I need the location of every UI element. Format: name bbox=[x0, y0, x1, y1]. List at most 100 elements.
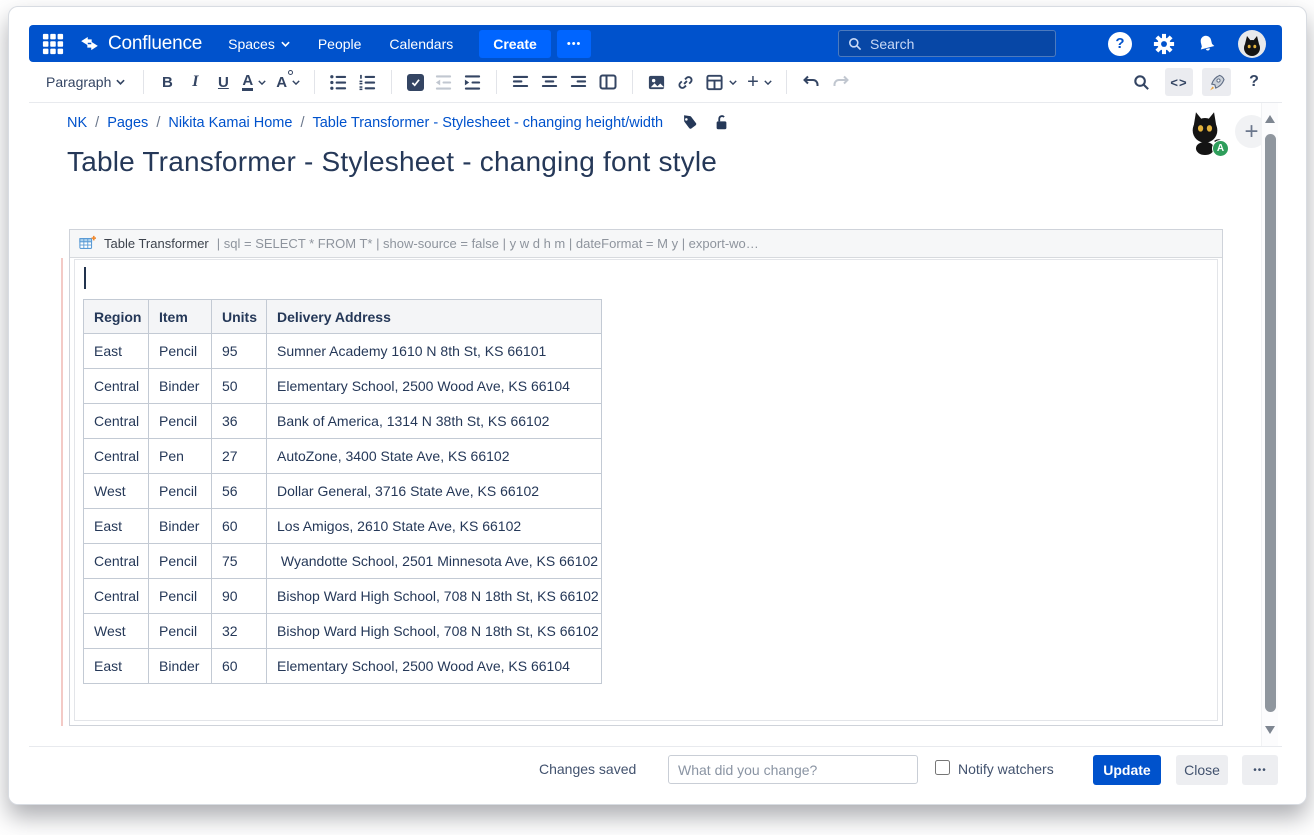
table-cell[interactable]: 32 bbox=[212, 614, 267, 649]
table-header-cell[interactable]: Units bbox=[212, 300, 267, 334]
unlock-icon[interactable] bbox=[714, 114, 729, 131]
footer-more-button[interactable]: ••• bbox=[1242, 755, 1278, 785]
numbered-list-button[interactable] bbox=[353, 68, 382, 96]
table-cell[interactable]: Bank of America, 1314 N 38th St, KS 6610… bbox=[267, 404, 602, 439]
table-cell[interactable]: 56 bbox=[212, 474, 267, 509]
scrollbar-down-arrow[interactable] bbox=[1265, 726, 1275, 734]
insert-image-button[interactable] bbox=[642, 68, 671, 96]
outdent-button[interactable] bbox=[429, 68, 458, 96]
nav-item-calendars[interactable]: Calendars bbox=[389, 36, 453, 52]
version-comment-input[interactable] bbox=[668, 755, 918, 784]
insert-more-dropdown[interactable]: + bbox=[742, 68, 777, 96]
rocket-app-button[interactable] bbox=[1202, 68, 1231, 96]
table-cell[interactable]: Pencil bbox=[149, 544, 212, 579]
align-left-button[interactable] bbox=[506, 68, 535, 96]
confluence-logo[interactable]: Confluence bbox=[79, 33, 202, 55]
task-list-button[interactable] bbox=[401, 68, 429, 96]
table-cell[interactable]: 60 bbox=[212, 649, 267, 684]
nav-item-people[interactable]: People bbox=[318, 36, 362, 52]
find-replace-button[interactable] bbox=[1127, 68, 1156, 96]
table-cell[interactable]: Binder bbox=[149, 649, 212, 684]
notify-watchers-checkbox[interactable] bbox=[935, 760, 950, 775]
table-cell[interactable]: East bbox=[84, 334, 149, 369]
close-button[interactable]: Close bbox=[1176, 755, 1228, 785]
page-layout-button[interactable] bbox=[593, 68, 623, 96]
breadcrumb-link[interactable]: Table Transformer - Stylesheet - changin… bbox=[312, 115, 663, 131]
table-cell[interactable]: 60 bbox=[212, 509, 267, 544]
formatting-dropdown[interactable]: A bbox=[271, 68, 305, 96]
bold-button[interactable]: B bbox=[153, 68, 181, 96]
update-button[interactable]: Update bbox=[1093, 755, 1161, 785]
table-cell[interactable]: 50 bbox=[212, 369, 267, 404]
bullet-list-button[interactable] bbox=[324, 68, 353, 96]
nav-item-spaces[interactable]: Spaces bbox=[228, 36, 290, 52]
author-avatar[interactable]: A bbox=[1185, 109, 1227, 157]
align-center-button[interactable] bbox=[535, 68, 564, 96]
align-right-button[interactable] bbox=[564, 68, 593, 96]
macro-header[interactable]: Table Transformer | sql = SELECT * FROM … bbox=[70, 230, 1222, 258]
help-icon[interactable]: ? bbox=[1108, 32, 1132, 56]
scrollbar-thumb[interactable] bbox=[1265, 134, 1276, 712]
table-cell[interactable]: 95 bbox=[212, 334, 267, 369]
table-cell[interactable]: East bbox=[84, 649, 149, 684]
breadcrumb-link[interactable]: NK bbox=[67, 115, 87, 131]
table-cell[interactable]: AutoZone, 3400 State Ave, KS 66102 bbox=[267, 439, 602, 474]
table-header-cell[interactable]: Item bbox=[149, 300, 212, 334]
labels-tag-icon[interactable] bbox=[681, 114, 698, 131]
search-input[interactable] bbox=[870, 36, 1030, 52]
undo-button[interactable] bbox=[796, 68, 826, 96]
nav-more-button[interactable]: ••• bbox=[557, 30, 592, 58]
page-title[interactable]: Table Transformer - Stylesheet - changin… bbox=[67, 146, 717, 178]
editor-help-button[interactable]: ? bbox=[1240, 68, 1268, 96]
nav-search-box[interactable] bbox=[838, 30, 1056, 57]
redo-button[interactable] bbox=[826, 68, 856, 96]
table-cell[interactable]: Central bbox=[84, 439, 149, 474]
table-cell[interactable]: Elementary School, 2500 Wood Ave, KS 661… bbox=[267, 649, 602, 684]
gear-icon[interactable] bbox=[1153, 33, 1175, 55]
insert-table-dropdown[interactable] bbox=[700, 68, 742, 96]
italic-button[interactable]: I bbox=[181, 68, 209, 96]
table-cell[interactable]: Los Amigos, 2610 State Ave, KS 66102 bbox=[267, 509, 602, 544]
table-header-cell[interactable]: Delivery Address bbox=[267, 300, 602, 334]
table-cell[interactable]: East bbox=[84, 509, 149, 544]
table-header-cell[interactable]: Region bbox=[84, 300, 149, 334]
table-cell[interactable]: Pencil bbox=[149, 474, 212, 509]
table-cell[interactable]: Pencil bbox=[149, 334, 212, 369]
text-color-dropdown[interactable]: A bbox=[237, 68, 271, 96]
table-cell[interactable]: Dollar General, 3716 State Ave, KS 66102 bbox=[267, 474, 602, 509]
scrollbar-up-arrow[interactable] bbox=[1265, 115, 1275, 123]
vertical-scrollbar[interactable] bbox=[1261, 103, 1278, 746]
notifications-bell-icon[interactable] bbox=[1194, 31, 1219, 56]
table-cell[interactable]: Bishop Ward High School, 708 N 18th St, … bbox=[267, 579, 602, 614]
table-cell[interactable]: Pencil bbox=[149, 579, 212, 614]
app-switcher-icon[interactable] bbox=[41, 32, 65, 56]
table-cell[interactable]: Binder bbox=[149, 509, 212, 544]
insert-link-button[interactable] bbox=[671, 68, 700, 96]
table-cell[interactable]: Central bbox=[84, 404, 149, 439]
indent-button[interactable] bbox=[458, 68, 487, 96]
notify-watchers-label[interactable]: Notify watchers bbox=[958, 761, 1054, 777]
table-cell[interactable]: 36 bbox=[212, 404, 267, 439]
user-avatar[interactable] bbox=[1238, 30, 1266, 58]
underline-button[interactable]: U bbox=[209, 68, 237, 96]
table-cell[interactable]: Central bbox=[84, 369, 149, 404]
table-cell[interactable]: Pencil bbox=[149, 404, 212, 439]
table-cell[interactable]: West bbox=[84, 474, 149, 509]
paragraph-style-dropdown[interactable]: Paragraph bbox=[37, 68, 134, 96]
table-cell[interactable]: 75 bbox=[212, 544, 267, 579]
table-cell[interactable]: Sumner Academy 1610 N 8th St, KS 66101 bbox=[267, 334, 602, 369]
table-cell[interactable]: Bishop Ward High School, 708 N 18th St, … bbox=[267, 614, 602, 649]
table-cell[interactable]: 27 bbox=[212, 439, 267, 474]
table-cell[interactable]: Elementary School, 2500 Wood Ave, KS 661… bbox=[267, 369, 602, 404]
table-cell[interactable]: West bbox=[84, 614, 149, 649]
table-cell[interactable]: Pen bbox=[149, 439, 212, 474]
table-cell[interactable]: Central bbox=[84, 579, 149, 614]
create-button[interactable]: Create bbox=[479, 30, 551, 58]
table-cell[interactable]: Central bbox=[84, 544, 149, 579]
table-cell[interactable]: Binder bbox=[149, 369, 212, 404]
source-editor-button[interactable]: <> bbox=[1165, 68, 1193, 96]
breadcrumb-link[interactable]: Nikita Kamai Home bbox=[168, 115, 292, 131]
breadcrumb-link[interactable]: Pages bbox=[107, 115, 148, 131]
table-cell[interactable]: Wyandotte School, 2501 Minnesota Ave, KS… bbox=[267, 544, 602, 579]
table-cell[interactable]: 90 bbox=[212, 579, 267, 614]
